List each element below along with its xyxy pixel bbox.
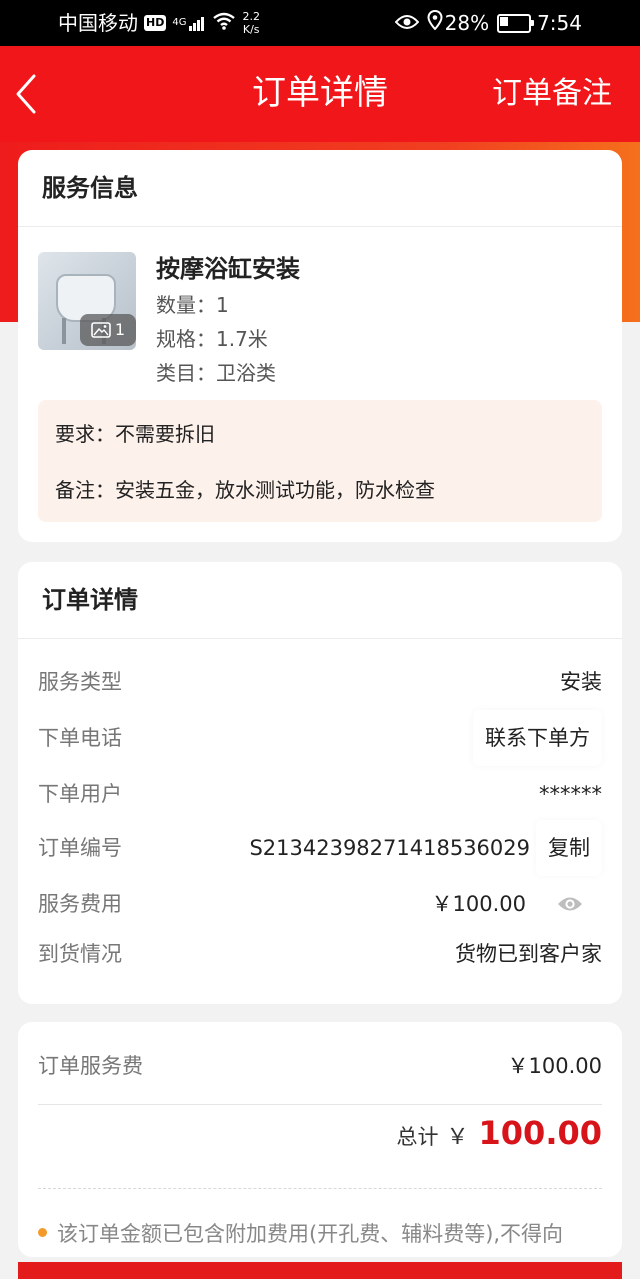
detail-label: 服务费用 (38, 892, 122, 916)
battery-icon (497, 13, 535, 33)
detail-label: 服务类型 (38, 670, 122, 694)
service-info-title: 服务信息 (18, 150, 622, 227)
wifi-icon (212, 10, 236, 36)
detail-value: ****** (539, 782, 602, 806)
detail-row-service-type: 服务类型 安装 (38, 662, 602, 702)
detail-label: 订单编号 (38, 836, 122, 860)
fee-label: 订单服务费 (38, 1054, 143, 1078)
order-remark-button[interactable]: 订单备注 (492, 72, 612, 116)
location-icon (427, 9, 443, 36)
service-quantity: 数量：1 (156, 293, 229, 317)
order-number-value: S2134239827141853​6029 (249, 836, 530, 860)
image-count-badge: 1 (80, 314, 136, 346)
eye-icon (558, 897, 582, 911)
service-fee-value: ￥100.00 (431, 892, 526, 916)
bottom-action-bar[interactable] (18, 1262, 622, 1279)
service-category: 类目：卫浴类 (156, 361, 276, 385)
detail-label: 到货情况 (38, 942, 122, 966)
total-label: 总计 (396, 1125, 439, 1149)
signal-icon (188, 15, 205, 31)
note-text: 备注：安装五金，放水测试功能，防水检查 (55, 478, 435, 502)
detail-row-order-number: 订单编号 S2134239827141853​6029 复制 (38, 820, 602, 876)
service-name: 按摩浴缸安装 (156, 255, 300, 283)
status-bar: 中国移动 HD 4G 2.2 K/s 28% 7:54 (0, 0, 640, 46)
speed-unit: K/s (242, 23, 260, 36)
total-row: 总计 ￥ 100.00 (397, 1114, 603, 1164)
app-header: 订单详情 订单备注 (0, 46, 640, 142)
fee-row: 订单服务费 ￥100.00 (38, 1046, 602, 1086)
image-count: 1 (114, 320, 126, 339)
order-detail-card: 订单详情 服务类型 安装 下单电话 联系下单方 下单用户 ****** 订单编号… (18, 562, 622, 1004)
image-icon (91, 322, 111, 338)
product-image[interactable]: 1 (38, 252, 136, 350)
detail-value: 货物已到客户家 (455, 942, 602, 966)
fee-card: 订单服务费 ￥100.00 总计 ￥ 100.00 该订单金额已包含附加费用(开… (18, 1022, 622, 1257)
notice-dot-icon (38, 1227, 47, 1237)
copy-button[interactable]: 复制 (536, 820, 602, 876)
detail-label: 下单电话 (38, 726, 122, 750)
detail-row-delivery: 到货情况 货物已到客户家 (38, 934, 602, 974)
network-speed: 2.2 K/s (242, 10, 260, 36)
network-type: 4G (172, 17, 187, 28)
requirement-box: 要求：不需要拆旧 备注：安装五金，放水测试功能，防水检查 (38, 400, 602, 522)
hd-badge: HD (144, 15, 167, 31)
carrier-name: 中国移动 (58, 11, 138, 35)
detail-row-user: 下单用户 ****** (38, 774, 602, 814)
status-right: 28% 7:54 (394, 9, 582, 36)
requirement-text: 要求：不需要拆旧 (55, 422, 215, 446)
dashed-divider (38, 1188, 602, 1189)
eye-comfort-icon (394, 10, 419, 36)
order-detail-title: 订单详情 (18, 562, 622, 639)
toggle-visibility-button[interactable] (538, 876, 602, 932)
bathtub-leg (62, 318, 66, 344)
speed-value: 2.2 (242, 10, 260, 23)
detail-value: 安装 (560, 670, 602, 694)
total-amount: 100.00 (478, 1114, 602, 1152)
detail-row-phone: 下单电话 联系下单方 (38, 710, 602, 766)
status-left: 中国移动 HD 4G 2.2 K/s (58, 10, 260, 36)
service-info-card: 服务信息 1 按摩浴缸安装 数量：1 规格：1.7米 类目：卫浴类 要求：不需要… (18, 150, 622, 542)
detail-label: 下单用户 (38, 782, 122, 806)
fee-value: ￥100.00 (507, 1054, 602, 1078)
detail-row-service-fee: 服务费用 ￥100.00 (38, 884, 602, 924)
contact-orderer-button[interactable]: 联系下单方 (473, 710, 602, 766)
total-currency: ￥ (446, 1125, 469, 1150)
battery-percent: 28% (444, 11, 490, 35)
divider (38, 1104, 602, 1105)
notice-text: 该订单金额已包含附加费用(开孔费、辅料费等),不得向 (57, 1222, 564, 1246)
service-spec: 规格：1.7米 (156, 327, 268, 351)
fee-notice: 该订单金额已包含附加费用(开孔费、辅料费等),不得向 (38, 1214, 618, 1254)
clock: 7:54 (537, 11, 582, 35)
